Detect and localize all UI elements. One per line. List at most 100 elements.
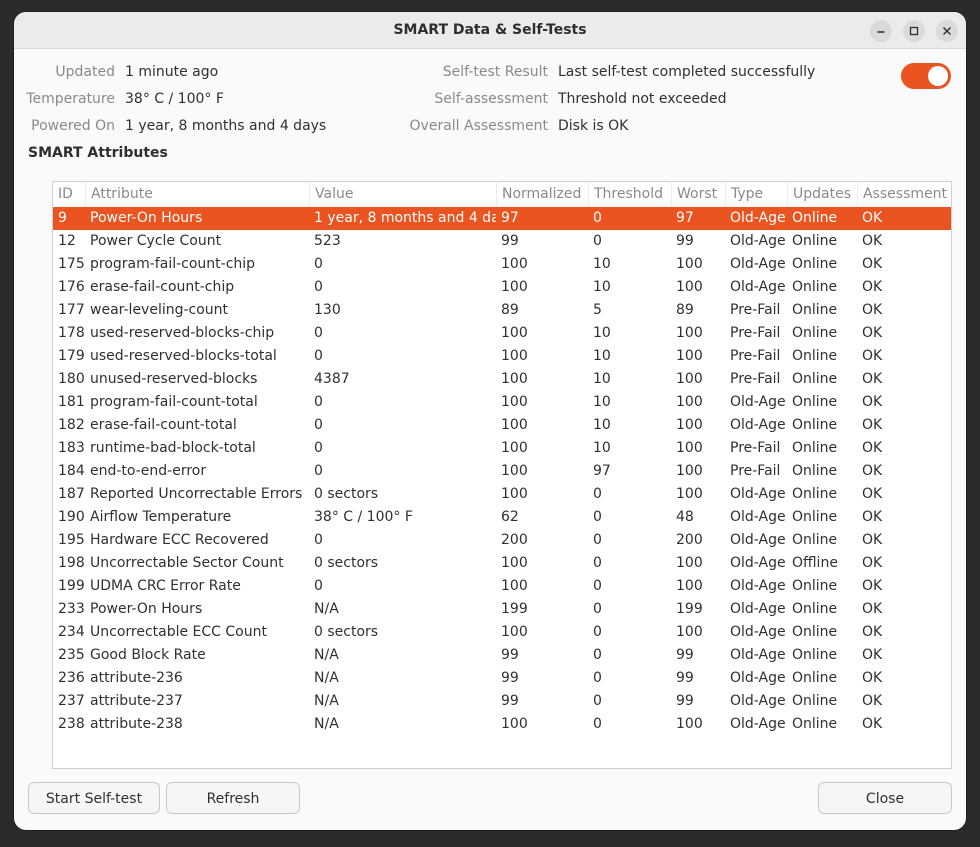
table-cell: 99 bbox=[676, 670, 694, 686]
table-cell: N/A bbox=[314, 716, 339, 732]
table-row[interactable]: 182 erase-fail-count-total 0 100 10 100 Old-Ag… bbox=[53, 414, 951, 437]
smart-attributes-table: ID Attribute Value Normalized Threshold Worst… bbox=[52, 181, 952, 769]
table-row[interactable]: 183 runtime-bad-block-total 0 100 10 100 Pre-F… bbox=[53, 437, 951, 460]
table-cell: OK bbox=[862, 325, 883, 341]
table-row[interactable]: 175 program-fail-count-chip 0 100 10 100 Old-A… bbox=[53, 253, 951, 276]
table-cell: Old-Age bbox=[730, 601, 786, 617]
close-window-button[interactable] bbox=[936, 20, 958, 42]
table-cell: 100 bbox=[501, 440, 528, 456]
table-cell: Online bbox=[792, 532, 838, 548]
table-cell: 0 bbox=[593, 486, 602, 502]
table-cell: OK bbox=[862, 279, 883, 295]
table-cell: OK bbox=[862, 601, 883, 617]
table-cell: 100 bbox=[501, 624, 528, 640]
column-header[interactable]: Worst bbox=[671, 182, 725, 206]
table-row[interactable]: 179 used-reserved-blocks-total 0 100 10 100 Pr… bbox=[53, 345, 951, 368]
table-row[interactable]: 9 Power-On Hours 1 year, 8 months and 4 da… bbox=[53, 207, 951, 230]
table-row[interactable]: 236 attribute-236 N/A 99 0 99 Old-Age Online OK bbox=[53, 667, 951, 690]
column-header[interactable]: Attribute bbox=[85, 182, 309, 206]
refresh-button[interactable]: Refresh bbox=[166, 782, 300, 814]
table-cell: 0 sectors bbox=[314, 555, 379, 571]
table-cell: attribute-238 bbox=[90, 716, 183, 732]
table-cell: N/A bbox=[314, 693, 339, 709]
table-cell: 100 bbox=[676, 279, 703, 295]
table-cell: 130 bbox=[314, 302, 341, 318]
table-row[interactable]: 184 end-to-end-error 0 100 97 100 Pre-Fail Onli… bbox=[53, 460, 951, 483]
table-row[interactable]: 238 attribute-238 N/A 100 0 100 Old-Age Online O… bbox=[53, 713, 951, 736]
minimize-button[interactable] bbox=[870, 20, 892, 42]
table-cell: 100 bbox=[676, 486, 703, 502]
table-row[interactable]: 12 Power Cycle Count 523 99 0 99 Old-Age Online… bbox=[53, 230, 951, 253]
table-cell: Online bbox=[792, 325, 838, 341]
column-header[interactable]: Value bbox=[309, 182, 496, 206]
close-button[interactable]: Close bbox=[818, 782, 952, 814]
column-header[interactable]: Type bbox=[725, 182, 787, 206]
column-header[interactable]: Normalized bbox=[496, 182, 588, 206]
table-row[interactable]: 176 erase-fail-count-chip 0 100 10 100 Old-Age… bbox=[53, 276, 951, 299]
table-cell: end-to-end-error bbox=[90, 463, 207, 479]
table-cell: 4387 bbox=[314, 371, 350, 387]
table-cell: 0 bbox=[593, 210, 602, 226]
table-cell: OK bbox=[862, 440, 883, 456]
table-cell: OK bbox=[862, 302, 883, 318]
table-cell: 195 bbox=[58, 532, 85, 548]
table-cell: OK bbox=[862, 486, 883, 502]
table-cell: 62 bbox=[501, 509, 519, 525]
table-cell: 10 bbox=[593, 348, 611, 364]
table-cell: 233 bbox=[58, 601, 85, 617]
table-cell: 0 bbox=[314, 256, 323, 272]
table-cell: Online bbox=[792, 440, 838, 456]
table-cell: Online bbox=[792, 256, 838, 272]
overall-assessment-label: Overall Assessment bbox=[409, 118, 548, 134]
table-cell: runtime-bad-block-total bbox=[90, 440, 256, 456]
table-cell: Old-Age bbox=[730, 417, 786, 433]
table-row[interactable]: 177 wear-leveling-count 130 89 5 89 Pre-Fail On… bbox=[53, 299, 951, 322]
table-cell: 175 bbox=[58, 256, 85, 272]
table-cell: OK bbox=[862, 647, 883, 663]
table-cell: 89 bbox=[501, 302, 519, 318]
table-row[interactable]: 234 Uncorrectable ECC Count 0 sectors 100 0 1… bbox=[53, 621, 951, 644]
table-row[interactable]: 199 UDMA CRC Error Rate 0 100 0 100 Old-Age Onl… bbox=[53, 575, 951, 598]
table-cell: 10 bbox=[593, 440, 611, 456]
table-row[interactable]: 233 Power-On Hours N/A 199 0 199 Old-Age Online… bbox=[53, 598, 951, 621]
column-header[interactable]: Threshold bbox=[588, 182, 671, 206]
table-row[interactable]: 181 program-fail-count-total 0 100 10 100 Old-… bbox=[53, 391, 951, 414]
table-cell: Online bbox=[792, 233, 838, 249]
table-cell: 0 bbox=[314, 348, 323, 364]
table-cell: 0 bbox=[314, 578, 323, 594]
column-header[interactable]: Updates bbox=[787, 182, 857, 206]
table-row[interactable]: 237 attribute-237 N/A 99 0 99 Old-Age Online OK bbox=[53, 690, 951, 713]
table-cell: 181 bbox=[58, 394, 85, 410]
table-cell: Online bbox=[792, 417, 838, 433]
table-cell: 38° C / 100° F bbox=[314, 509, 413, 525]
table-cell: Online bbox=[792, 348, 838, 364]
table-cell: 100 bbox=[676, 371, 703, 387]
table-row[interactable]: 198 Uncorrectable Sector Count 0 sectors 10… bbox=[53, 552, 951, 575]
table-cell: 99 bbox=[501, 670, 519, 686]
table-row[interactable]: 235 Good Block Rate N/A 99 0 99 Old-Age Online O… bbox=[53, 644, 951, 667]
table-row[interactable]: 180 unused-reserved-blocks 4387 100 10 100 Pre… bbox=[53, 368, 951, 391]
table-cell: Online bbox=[792, 509, 838, 525]
table-cell: Pre-Fail bbox=[730, 463, 781, 479]
table-cell: OK bbox=[862, 670, 883, 686]
maximize-button[interactable] bbox=[903, 20, 925, 42]
table-cell: 100 bbox=[676, 256, 703, 272]
table-cell: 100 bbox=[676, 578, 703, 594]
self-assessment-value: Threshold not exceeded bbox=[558, 91, 727, 107]
column-header[interactable]: ID bbox=[53, 182, 85, 206]
smart-enable-toggle[interactable] bbox=[901, 63, 951, 89]
table-cell: 0 bbox=[314, 417, 323, 433]
table-row[interactable]: 195 Hardware ECC Recovered 0 200 0 200 Old-Age… bbox=[53, 529, 951, 552]
table-row[interactable]: 190 Airflow Temperature 38° C / 100° F 62 0 4… bbox=[53, 506, 951, 529]
table-cell: Old-Age bbox=[730, 210, 786, 226]
table-cell: 10 bbox=[593, 256, 611, 272]
table-row[interactable]: 187 Reported Uncorrectable Errors 0 sector… bbox=[53, 483, 951, 506]
start-selftest-button[interactable]: Start Self-test bbox=[28, 782, 160, 814]
table-header: ID Attribute Value Normalized Threshold Worst… bbox=[53, 182, 951, 206]
table-cell: 0 bbox=[593, 693, 602, 709]
column-header[interactable]: Assessment bbox=[857, 182, 951, 206]
table-cell: 199 bbox=[676, 601, 703, 617]
table-cell: OK bbox=[862, 256, 883, 272]
table-row[interactable]: 178 used-reserved-blocks-chip 0 100 10 100 Pre… bbox=[53, 322, 951, 345]
table-cell: 97 bbox=[676, 210, 694, 226]
